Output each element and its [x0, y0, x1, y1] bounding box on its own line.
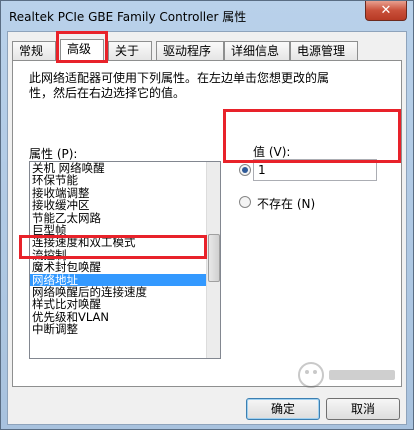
list-item[interactable]: 网络唤醒后的连接速度	[30, 286, 208, 298]
description-text: 此网络适配器可使用下列属性。在左边单击您想更改的属性，然后在右边选择它的值。	[29, 71, 330, 100]
tab-power-management[interactable]: 电源管理	[290, 41, 358, 61]
tab-about[interactable]: 关于	[108, 41, 152, 61]
property-label: 属性 (P):	[29, 147, 78, 161]
watermark-logo	[298, 362, 395, 388]
tab-advanced[interactable]: 高级	[60, 39, 104, 62]
cancel-button[interactable]: 取消	[326, 398, 400, 420]
value-input[interactable]	[253, 159, 377, 181]
property-list-items: 关机 网络唤醒 环保节能 接收端调整 接收缓冲区 节能乙太网路 巨型帧 连接速度…	[30, 162, 208, 335]
not-present-radio[interactable]	[239, 196, 251, 208]
list-item[interactable]: 优先级和VLAN	[30, 311, 208, 323]
list-item[interactable]: 接收缓冲区	[30, 199, 208, 211]
properties-dialog: Realtek PCIe GBE Family Controller 属性 ✕ …	[0, 0, 414, 430]
close-button[interactable]: ✕	[365, 1, 407, 21]
property-list-scrollbar[interactable]	[206, 162, 220, 358]
watermark-paw-icon	[298, 362, 324, 388]
ok-button[interactable]: 确定	[246, 398, 320, 420]
list-item[interactable]: 中断调整	[30, 323, 208, 335]
advanced-tab-panel: 此网络适配器可使用下列属性。在左边单击您想更改的属性，然后在右边选择它的值。 属…	[12, 60, 402, 387]
tab-driver[interactable]: 驱动程序	[156, 41, 224, 61]
list-item[interactable]: 节能乙太网路	[30, 212, 208, 224]
list-item[interactable]: 巨型帧	[30, 224, 208, 236]
list-item[interactable]: 接收端调整	[30, 187, 208, 199]
list-item[interactable]: 连接速度和双工模式	[30, 236, 208, 248]
list-item[interactable]: 关机 网络唤醒	[30, 162, 208, 174]
list-item[interactable]: 网络地址	[30, 273, 208, 286]
value-radio[interactable]	[239, 164, 251, 176]
value-label: 值 (V):	[253, 145, 291, 159]
title-bar[interactable]: Realtek PCIe GBE Family Controller 属性 ✕	[1, 1, 413, 31]
not-present-label: 不存在 (N)	[257, 197, 316, 211]
tab-general[interactable]: 常规	[12, 41, 56, 61]
list-item[interactable]: 魔术封包唤醒	[30, 261, 208, 273]
list-item[interactable]: 流控制	[30, 249, 208, 261]
window-title: Realtek PCIe GBE Family Controller 属性	[9, 10, 247, 24]
property-listbox[interactable]: 关机 网络唤醒 环保节能 接收端调整 接收缓冲区 节能乙太网路 巨型帧 连接速度…	[29, 161, 221, 359]
list-item[interactable]: 环保节能	[30, 174, 208, 186]
scrollbar-thumb[interactable]	[208, 234, 220, 282]
tab-details[interactable]: 详细信息	[224, 41, 290, 61]
list-item[interactable]: 样式比对唤醒	[30, 298, 208, 310]
